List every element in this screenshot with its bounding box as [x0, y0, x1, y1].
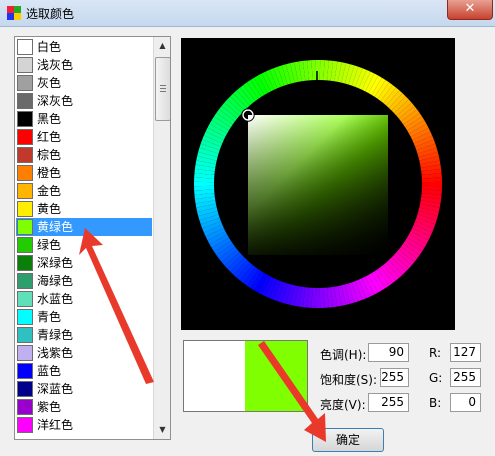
- color-list-item[interactable]: 灰色: [16, 74, 152, 92]
- color-list-label: 金色: [37, 184, 62, 198]
- color-wheel[interactable]: [181, 38, 455, 330]
- color-swatch: [17, 309, 33, 325]
- color-swatch: [17, 273, 33, 289]
- color-swatch: [17, 327, 33, 343]
- color-list[interactable]: 白色浅灰色灰色深灰色黑色红色棕色橙色金色黄色黄绿色绿色深绿色海绿色水蓝色青色青绿…: [14, 36, 171, 440]
- saturation-field[interactable]: 255: [380, 368, 409, 387]
- title-bar[interactable]: 选取颜色 ✕: [0, 0, 495, 27]
- color-swatch: [17, 219, 33, 235]
- color-swatch: [17, 75, 33, 91]
- value-label: 亮度(V):: [320, 398, 366, 412]
- green-field[interactable]: 255: [450, 368, 481, 387]
- ok-button[interactable]: 确定: [312, 428, 384, 452]
- color-list-item[interactable]: 洋红色: [16, 416, 152, 434]
- color-list-item[interactable]: 白色: [16, 38, 152, 56]
- hsv-color-picker[interactable]: [181, 38, 455, 330]
- color-list-label: 洋红色: [37, 418, 74, 432]
- color-list-label: 黄色: [37, 202, 62, 216]
- color-list-item[interactable]: 黄色: [16, 200, 152, 218]
- color-preview: [183, 340, 308, 412]
- color-swatch: [17, 39, 33, 55]
- color-swatch: [17, 111, 33, 127]
- color-list-label: 青色: [37, 310, 62, 324]
- color-list-label: 深绿色: [37, 256, 74, 270]
- color-swatch: [17, 129, 33, 145]
- scroll-down-icon[interactable]: ▼: [155, 422, 170, 438]
- color-list-label: 绿色: [37, 238, 62, 252]
- color-list-label: 水蓝色: [37, 292, 74, 306]
- hue-label: 色调(H):: [320, 348, 367, 362]
- color-swatch: [17, 93, 33, 109]
- close-button[interactable]: ✕: [447, 0, 493, 20]
- color-list-label: 深灰色: [37, 94, 74, 108]
- hue-field[interactable]: 90: [368, 343, 409, 362]
- color-list-label: 灰色: [37, 76, 62, 90]
- color-list-label: 青绿色: [37, 328, 74, 342]
- color-list-label: 橙色: [37, 166, 62, 180]
- color-swatch: [17, 57, 33, 73]
- color-list-item[interactable]: 深灰色: [16, 92, 152, 110]
- color-list-item[interactable]: 浅灰色: [16, 56, 152, 74]
- color-swatch: [17, 417, 33, 433]
- color-list-label: 浅灰色: [37, 58, 74, 72]
- color-list-item[interactable]: 蓝色: [16, 362, 152, 380]
- color-list-item[interactable]: 黄绿色: [16, 218, 152, 236]
- color-list-label: 海绿色: [37, 274, 74, 288]
- color-swatch: [17, 381, 33, 397]
- current-color-swatch: [245, 341, 307, 411]
- saturation-label: 饱和度(S):: [320, 373, 378, 387]
- color-list-label: 蓝色: [37, 364, 62, 378]
- color-list-item[interactable]: 红色: [16, 128, 152, 146]
- color-list-item[interactable]: 黑色: [16, 110, 152, 128]
- color-list-label: 深蓝色: [37, 382, 74, 396]
- color-swatch: [17, 345, 33, 361]
- color-list-label: 紫色: [37, 400, 62, 414]
- color-list-item[interactable]: 金色: [16, 182, 152, 200]
- color-swatch: [17, 255, 33, 271]
- green-label: G:: [429, 371, 443, 385]
- color-swatch: [17, 165, 33, 181]
- scroll-up-icon[interactable]: ▲: [155, 38, 170, 54]
- color-list-label: 白色: [37, 40, 62, 54]
- color-list-label: 棕色: [37, 148, 62, 162]
- color-list-label: 黄绿色: [37, 220, 74, 234]
- list-scrollbar[interactable]: ▲ ▼: [153, 37, 170, 439]
- red-label: R:: [429, 346, 442, 360]
- color-list-item[interactable]: 深蓝色: [16, 380, 152, 398]
- red-field[interactable]: 127: [450, 343, 481, 362]
- color-list-item[interactable]: 水蓝色: [16, 290, 152, 308]
- color-list-item[interactable]: 绿色: [16, 236, 152, 254]
- color-list-item[interactable]: 浅紫色: [16, 344, 152, 362]
- color-list-item[interactable]: 青绿色: [16, 326, 152, 344]
- color-list-item[interactable]: 紫色: [16, 398, 152, 416]
- color-swatch: [17, 291, 33, 307]
- color-list-label: 红色: [37, 130, 62, 144]
- value-field[interactable]: 255: [368, 393, 409, 412]
- color-swatch: [17, 183, 33, 199]
- color-swatch: [17, 147, 33, 163]
- blue-field[interactable]: 0: [450, 393, 481, 412]
- color-list-item[interactable]: 青色: [16, 308, 152, 326]
- blue-label: B:: [429, 396, 442, 410]
- color-list-item[interactable]: 橙色: [16, 164, 152, 182]
- color-list-label: 浅紫色: [37, 346, 74, 360]
- color-swatch: [17, 399, 33, 415]
- scroll-thumb[interactable]: [155, 57, 170, 121]
- color-list-item[interactable]: 棕色: [16, 146, 152, 164]
- color-swatch: [17, 237, 33, 253]
- close-icon: ✕: [464, 1, 476, 16]
- color-swatch: [17, 201, 33, 217]
- color-list-label: 黑色: [37, 112, 62, 126]
- color-list-item[interactable]: 海绿色: [16, 272, 152, 290]
- window-title: 选取颜色: [26, 7, 75, 21]
- color-swatch: [17, 363, 33, 379]
- color-list-item[interactable]: 深绿色: [16, 254, 152, 272]
- color-palette-icon: [7, 6, 21, 20]
